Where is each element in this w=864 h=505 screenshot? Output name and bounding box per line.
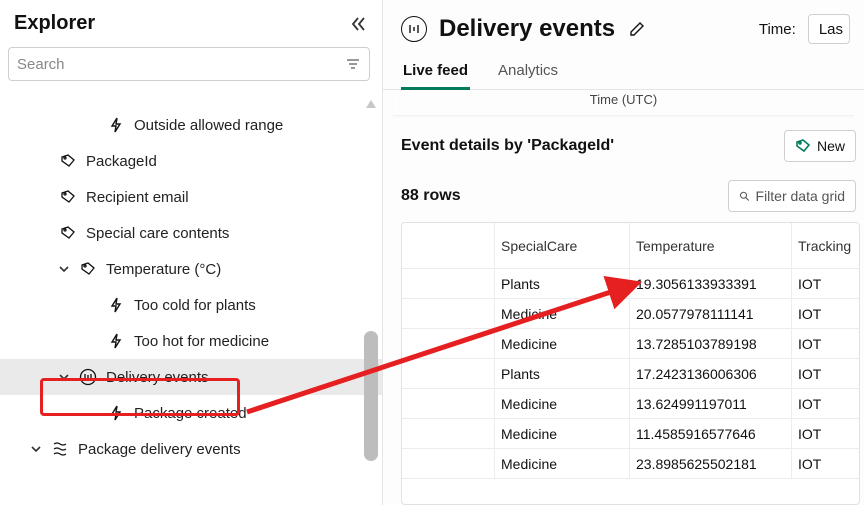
bolt-icon xyxy=(106,403,126,423)
scrollbar-rail[interactable] xyxy=(364,91,378,505)
grid-row[interactable]: Medicine 20.0577978111141 IOT xyxy=(402,299,859,329)
search-icon xyxy=(739,189,750,203)
new-button-label: New xyxy=(817,138,845,154)
cell-tracking: IOT xyxy=(791,419,859,448)
grid-row[interactable]: Medicine 13.624991197011 IOT xyxy=(402,389,859,419)
col-header-temperature[interactable]: Temperature xyxy=(629,223,791,268)
chart-axis-label: Time (UTC) xyxy=(393,90,854,116)
page-title: Delivery events xyxy=(439,15,615,43)
col-header-tracking[interactable]: Tracking xyxy=(791,223,859,268)
cell-temperature: 19.3056133933391 xyxy=(629,269,791,298)
cell-tracking: IOT xyxy=(791,299,859,328)
cell-temperature: 13.7285103789198 xyxy=(629,329,791,358)
tag-icon xyxy=(58,187,78,207)
tag-icon xyxy=(78,259,98,279)
cell-tracking: IOT xyxy=(791,389,859,418)
cell-specialcare: Medicine xyxy=(494,449,629,478)
cell-tracking: IOT xyxy=(791,329,859,358)
bolt-icon xyxy=(106,115,126,135)
chevron-down-icon xyxy=(28,441,44,457)
grid-row[interactable]: Plants 19.3056133933391 IOT xyxy=(402,269,859,299)
search-input[interactable] xyxy=(17,56,339,73)
edit-icon[interactable] xyxy=(627,19,647,39)
tree-label: PackageId xyxy=(86,153,157,170)
search-input-wrap[interactable] xyxy=(8,47,370,81)
cell-specialcare: Plants xyxy=(494,359,629,388)
collapse-sidebar-icon[interactable] xyxy=(348,14,368,34)
cell-tracking: IOT xyxy=(791,269,859,298)
grid-row[interactable]: Medicine 13.7285103789198 IOT xyxy=(402,329,859,359)
grid-row[interactable]: Medicine 11.4585916577646 IOT xyxy=(402,419,859,449)
tree-item-temperature[interactable]: Temperature (°C) xyxy=(0,251,382,287)
cell-specialcare: Medicine xyxy=(494,299,629,328)
tag-icon xyxy=(58,151,78,171)
cell-specialcare: Plants xyxy=(494,269,629,298)
tree-label: Outside allowed range xyxy=(134,117,283,134)
details-title: Event details by 'PackageId' xyxy=(401,137,614,155)
cell-specialcare: Medicine xyxy=(494,389,629,418)
cell-specialcare: Medicine xyxy=(494,419,629,448)
cell-temperature: 23.8985625502181 xyxy=(629,449,791,478)
grid-header-row: SpecialCare Temperature Tracking xyxy=(402,223,859,269)
scroll-up-icon[interactable] xyxy=(364,97,378,111)
tree-label: Special care contents xyxy=(86,225,229,242)
flow-icon xyxy=(50,439,70,459)
explorer-tree: Outside allowed range PackageId xyxy=(0,107,382,467)
tree-item-too-cold[interactable]: Too cold for plants xyxy=(0,287,382,323)
data-grid: SpecialCare Temperature Tracking Plants … xyxy=(401,222,860,505)
col-header-specialcare[interactable]: SpecialCare xyxy=(494,223,629,268)
chevron-down-icon xyxy=(56,369,72,385)
bolt-icon xyxy=(106,331,126,351)
cell-specialcare: Medicine xyxy=(494,329,629,358)
tree-item-too-hot[interactable]: Too hot for medicine xyxy=(0,323,382,359)
new-button[interactable]: New xyxy=(784,130,856,162)
cell-temperature: 20.0577978111141 xyxy=(629,299,791,328)
main-panel: Delivery events Time: Las Live feed Anal… xyxy=(383,0,864,505)
tree-item-package-created[interactable]: Package created xyxy=(0,395,382,431)
chevron-down-icon xyxy=(56,261,72,277)
tree-label: Package delivery events xyxy=(78,441,241,458)
tree-label: Package created xyxy=(134,405,247,422)
tree-label: Too cold for plants xyxy=(134,297,256,314)
grid-row[interactable]: Medicine 23.8985625502181 IOT xyxy=(402,449,859,479)
cell-temperature: 13.624991197011 xyxy=(629,389,791,418)
cell-tracking: IOT xyxy=(791,449,859,478)
tree-label: Temperature (°C) xyxy=(106,261,221,278)
tag-icon xyxy=(58,223,78,243)
tree-label: Recipient email xyxy=(86,189,189,206)
filter-grid-input[interactable]: Filter data grid xyxy=(728,180,856,212)
time-label: Time: xyxy=(759,21,796,38)
tab-live-feed[interactable]: Live feed xyxy=(401,54,470,90)
filter-icon[interactable] xyxy=(345,56,361,72)
tree-item-package-delivery-events[interactable]: Package delivery events xyxy=(0,431,382,467)
events-circle-icon xyxy=(401,16,427,42)
sidebar-title: Explorer xyxy=(14,12,95,35)
tab-bar: Live feed Analytics xyxy=(383,54,864,90)
tree-item-packageid[interactable]: PackageId xyxy=(0,143,382,179)
cell-temperature: 17.2423136006306 xyxy=(629,359,791,388)
row-count: 88 rows xyxy=(401,187,461,205)
tree-item-outside-allowed-range[interactable]: Outside allowed range xyxy=(0,107,382,143)
bolt-icon xyxy=(106,295,126,315)
tab-analytics[interactable]: Analytics xyxy=(496,54,560,90)
tree-label: Delivery events xyxy=(106,369,209,386)
events-circle-icon xyxy=(78,367,98,387)
tree-item-special-care[interactable]: Special care contents xyxy=(0,215,382,251)
tree-item-recipient-email[interactable]: Recipient email xyxy=(0,179,382,215)
filter-placeholder: Filter data grid xyxy=(756,188,845,204)
tree-item-delivery-events[interactable]: Delivery events xyxy=(0,359,382,395)
grid-row[interactable]: Plants 17.2423136006306 IOT xyxy=(402,359,859,389)
cell-tracking: IOT xyxy=(791,359,859,388)
explorer-sidebar: Explorer xyxy=(0,0,383,505)
time-range-select[interactable]: Las xyxy=(808,14,850,44)
tree-label: Too hot for medicine xyxy=(134,333,269,350)
scrollbar-thumb[interactable] xyxy=(364,331,378,461)
cell-temperature: 11.4585916577646 xyxy=(629,419,791,448)
